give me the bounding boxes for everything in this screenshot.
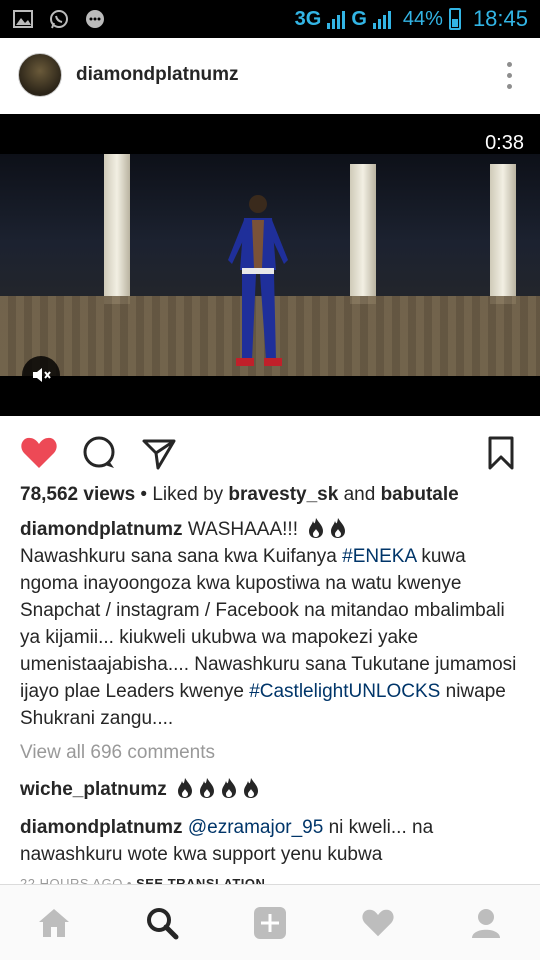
- video-timer: 0:38: [485, 132, 524, 154]
- liked-and: and: [338, 484, 381, 505]
- comment-user[interactable]: wiche_platnumz: [20, 779, 167, 800]
- network-3g: 3G: [294, 7, 322, 30]
- comment-user[interactable]: diamondplatnumz: [20, 817, 183, 838]
- network-g: G: [351, 7, 367, 30]
- fire-icon: [309, 518, 324, 538]
- post-username[interactable]: diamondplatnumz: [76, 64, 239, 86]
- post-header: diamondplatnumz: [0, 38, 540, 112]
- post-actions: [0, 430, 540, 476]
- home-icon[interactable]: [27, 896, 81, 950]
- fire-icon: [200, 778, 215, 798]
- avatar[interactable]: [18, 53, 62, 97]
- signal-bars-icon: [327, 9, 346, 29]
- view-all-comments-link[interactable]: View all 696 comments: [20, 742, 215, 764]
- add-icon[interactable]: [243, 896, 297, 950]
- fire-icon: [222, 778, 237, 798]
- views-count[interactable]: 78,562 views: [20, 484, 135, 505]
- likes-line: 78,562 views • Liked by bravesty_sk and …: [20, 484, 526, 506]
- comment-2: diamondplatnumz @ezramajor_95 ni kweli..…: [20, 814, 526, 868]
- search-icon[interactable]: [135, 896, 189, 950]
- caption-username[interactable]: diamondplatnumz: [20, 519, 183, 540]
- battery-percent: 44%: [402, 7, 443, 30]
- hashtag-eneka[interactable]: #ENEKA: [342, 546, 416, 567]
- liked-user-2[interactable]: babutale: [381, 484, 459, 505]
- performer-figure: [228, 195, 288, 366]
- mute-icon[interactable]: [22, 356, 60, 394]
- caption-body-1: Nawashkuru sana sana kwa Kuifanya: [20, 546, 343, 567]
- heart-icon[interactable]: [20, 434, 58, 472]
- post-video[interactable]: 0:38: [0, 114, 540, 416]
- hashtag-castlelight[interactable]: #CastlelightUNLOCKS: [249, 681, 440, 702]
- chat-icon: [86, 10, 104, 28]
- fire-icon: [244, 778, 259, 798]
- fire-icon: [178, 778, 193, 798]
- signal-bars-2-icon: [372, 9, 391, 29]
- bottom-nav: [0, 884, 540, 960]
- activity-icon[interactable]: [351, 896, 405, 950]
- battery-icon: [448, 8, 461, 30]
- clock: 18:45: [472, 6, 528, 31]
- bookmark-icon[interactable]: [482, 434, 520, 472]
- share-icon[interactable]: [140, 434, 178, 472]
- comment-icon[interactable]: [80, 434, 118, 472]
- status-bar: 3G G 44% 18:45: [0, 0, 540, 38]
- more-options-icon[interactable]: [497, 56, 522, 95]
- fire-icon: [331, 518, 346, 538]
- post-caption: diamondplatnumz WASHAAA!!! Nawashkuru sa…: [20, 516, 526, 732]
- liked-by-prefix: • Liked by: [135, 484, 229, 505]
- liked-user-1[interactable]: bravesty_sk: [228, 484, 338, 505]
- comment-mention[interactable]: @ezramajor_95: [188, 817, 323, 838]
- caption-line-1: WASHAAA!!!: [182, 519, 298, 540]
- gallery-icon: [13, 10, 33, 28]
- profile-icon[interactable]: [459, 896, 513, 950]
- comment-1: wiche_platnumz: [20, 776, 526, 803]
- whatsapp-icon: [50, 10, 68, 29]
- video-frame: [0, 154, 540, 376]
- caption-body-2: kuwa ngoma inayoongoza kwa kupostiwa na …: [20, 546, 517, 702]
